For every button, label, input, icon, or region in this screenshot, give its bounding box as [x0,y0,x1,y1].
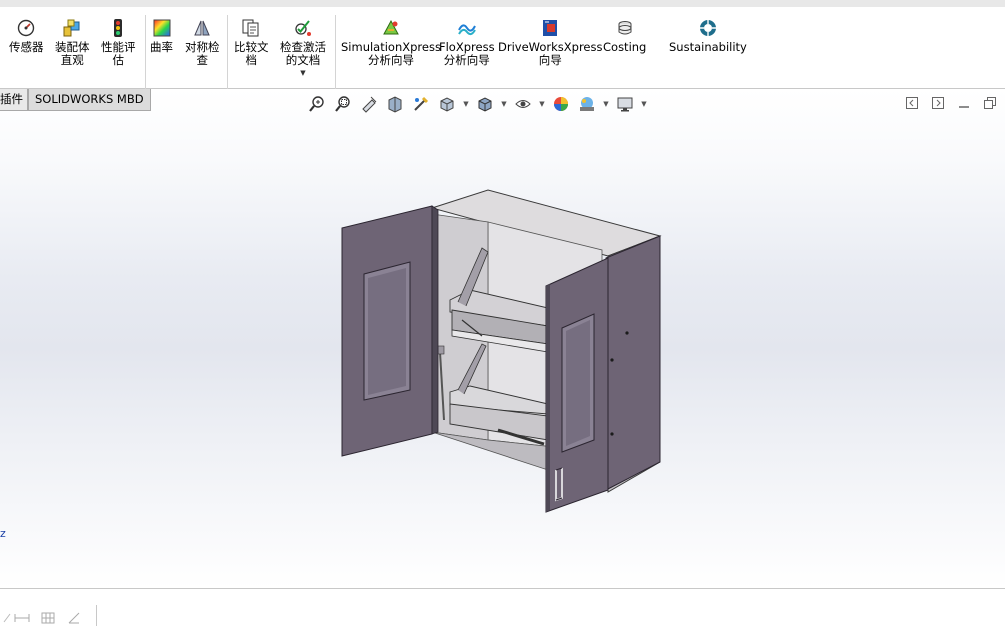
symmetry-check-label: 对称检 查 [185,40,220,67]
floxpress-icon [456,17,478,39]
apply-scene-icon[interactable] [576,93,598,115]
simulationxpress-icon [380,17,402,39]
bottom-toolbar [0,588,1005,626]
performance-evaluation-icon [107,17,129,39]
driveworksxpress-button[interactable]: DriveWorksXpress 向导 [498,17,602,67]
sensor-button[interactable]: 传感器 [9,17,44,54]
compare-documents-icon [240,17,262,39]
toolbar-separator [96,605,97,626]
zoom-to-fit-icon[interactable] [306,93,328,115]
command-manager-ribbon: 传感器 装配体 直观 性能评 估 曲率 对称检 查 比较文 档 检查激活 的文档… [0,0,1005,89]
simulationxpress-label: SimulationXpress 分析向导 [341,40,441,67]
view-settings-icon[interactable] [614,93,636,115]
simulationxpress-button[interactable]: SimulationXpress 分析向导 [341,17,441,67]
ribbon-separator [145,15,146,89]
compare-documents-label: 比较文 档 [234,40,269,67]
sustainability-label: Sustainability [669,40,747,54]
cabinet-3d-model[interactable] [330,180,670,520]
minimize-icon[interactable] [957,96,971,110]
driveworksxpress-label: DriveWorksXpress 向导 [498,40,603,67]
chevron-down-icon[interactable]: ▼ [462,100,470,108]
assembly-visualization-button[interactable]: 装配体 直观 [55,17,90,67]
sustainability-button[interactable]: Sustainability [669,17,747,54]
viewport-window-controls [905,96,997,110]
curvature-icon [151,17,173,39]
sensor-icon [15,17,37,39]
assembly-visualization-label: 装配体 直观 [55,40,90,67]
split-right-icon[interactable] [931,96,945,110]
costing-label: Costing [603,40,647,54]
command-manager-tabs: 插件 SOLIDWORKS MBD [0,89,151,111]
curvature-button[interactable]: 曲率 [150,17,173,54]
dynamic-annotation-view-icon[interactable] [410,93,432,115]
grid-icon[interactable] [40,611,56,625]
tab-add-ins[interactable]: 插件 [0,89,28,111]
sustainability-icon [697,17,719,39]
compare-documents-button[interactable]: 比较文 档 [234,17,269,67]
chevron-down-icon[interactable]: ▼ [602,100,610,108]
costing-icon [614,17,636,39]
performance-evaluation-button[interactable]: 性能评 估 [101,17,136,67]
performance-evaluation-label: 性能评 估 [101,40,136,67]
zoom-to-area-icon[interactable] [332,93,354,115]
sensor-label: 传感器 [9,40,44,54]
edit-appearance-icon[interactable] [550,93,572,115]
angle-icon[interactable] [66,611,82,625]
coordinate-axis-label: z [0,527,6,540]
floxpress-button[interactable]: FloXpress 分析向导 [439,17,495,67]
chevron-down-icon[interactable]: ▼ [640,100,648,108]
symmetry-check-button[interactable]: 对称检 查 [185,17,220,67]
check-active-document-button[interactable]: 检查激活 的文档 ▼ [280,17,326,77]
floxpress-label: FloXpress 分析向导 [439,40,495,67]
previous-view-icon[interactable] [358,93,380,115]
chevron-down-icon[interactable]: ▼ [300,69,305,77]
curvature-label: 曲率 [150,40,173,54]
symmetry-check-icon [191,17,213,39]
driveworksxpress-icon [539,17,561,39]
check-active-document-label: 检查激活 的文档 [280,40,326,67]
restore-icon[interactable] [983,96,997,110]
costing-button[interactable]: Costing [603,17,646,54]
ribbon-separator [227,15,228,89]
display-style-icon[interactable] [474,93,496,115]
heads-up-view-toolbar: ▼ ▼ ▼ ▼ ▼ [306,92,648,116]
tab-solidworks-mbd[interactable]: SOLIDWORKS MBD [28,89,151,111]
chevron-down-icon[interactable]: ▼ [538,100,546,108]
ribbon-separator [335,15,336,89]
assembly-visualization-icon [61,17,83,39]
horizontal-dimension-icon[interactable] [14,611,30,625]
view-orientation-icon[interactable] [436,93,458,115]
hide-show-items-icon[interactable] [512,93,534,115]
chevron-down-icon[interactable]: ▼ [500,100,508,108]
section-view-icon[interactable] [384,93,406,115]
split-left-icon[interactable] [905,96,919,110]
check-active-document-icon [292,17,314,39]
